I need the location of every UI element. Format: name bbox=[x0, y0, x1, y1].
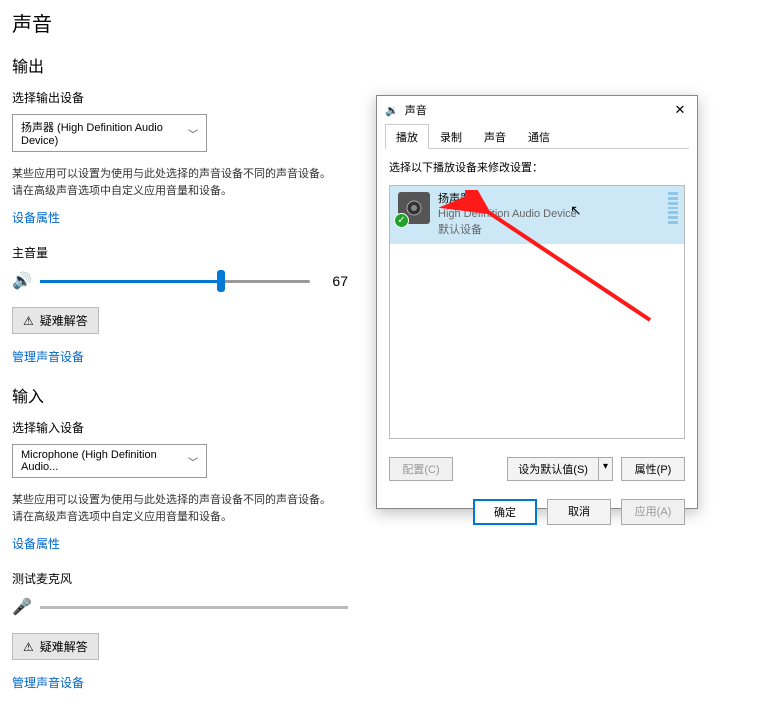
input-device-select-value: Microphone (High Definition Audio... bbox=[21, 449, 188, 473]
output-device-select[interactable]: 扬声器 (High Definition Audio Device) ﹀ bbox=[12, 114, 207, 152]
master-volume-slider[interactable] bbox=[40, 280, 310, 283]
input-device-properties-link[interactable]: 设备属性 bbox=[12, 535, 60, 552]
page-title: 声音 bbox=[12, 8, 348, 37]
device-level-meter bbox=[668, 192, 678, 224]
dialog-hint: 选择以下播放设备来修改设置： bbox=[389, 159, 685, 175]
device-name: 扬声器 bbox=[438, 192, 577, 207]
playback-device-list[interactable]: ✓ 扬声器 High Definition Audio Device 默认设备 bbox=[389, 185, 685, 439]
set-default-label: 设为默认值(S) bbox=[507, 457, 598, 481]
mic-level-bar bbox=[40, 606, 348, 609]
input-device-select[interactable]: Microphone (High Definition Audio... ﹀ bbox=[12, 444, 207, 478]
input-troubleshoot-button[interactable]: ⚠ 疑难解答 bbox=[12, 633, 99, 660]
playback-device-item[interactable]: ✓ 扬声器 High Definition Audio Device 默认设备 bbox=[390, 186, 684, 244]
device-default-label: 默认设备 bbox=[438, 223, 577, 238]
output-manage-devices-link[interactable]: 管理声音设备 bbox=[12, 348, 84, 365]
dialog-title: 声音 bbox=[405, 102, 427, 118]
device-sub: High Definition Audio Device bbox=[438, 207, 577, 222]
input-troubleshoot-label: 疑难解答 bbox=[40, 638, 88, 655]
speaker-icon[interactable]: 🔊 bbox=[12, 271, 32, 291]
output-desc: 某些应用可以设置为使用与此处选择的声音设备不同的声音设备。请在高级声音选项中自定… bbox=[12, 166, 332, 199]
sound-dialog: 🔉 声音 ✕ 播放 录制 声音 通信 选择以下播放设备来修改设置： ✓ 扬声器 bbox=[376, 95, 698, 509]
output-device-properties-link[interactable]: 设备属性 bbox=[12, 209, 60, 226]
tab-communications[interactable]: 通信 bbox=[517, 124, 561, 149]
input-desc: 某些应用可以设置为使用与此处选择的声音设备不同的声音设备。请在高级声音选项中自定… bbox=[12, 492, 332, 525]
configure-button[interactable]: 配置(C) bbox=[389, 457, 453, 481]
master-volume-value: 67 bbox=[318, 273, 348, 289]
output-select-label: 选择输出设备 bbox=[12, 89, 348, 106]
warning-icon: ⚠ bbox=[23, 640, 34, 654]
tab-playback[interactable]: 播放 bbox=[385, 124, 429, 149]
tab-sounds[interactable]: 声音 bbox=[473, 124, 517, 149]
mic-test-label: 测试麦克风 bbox=[12, 570, 348, 587]
output-troubleshoot-label: 疑难解答 bbox=[40, 312, 88, 329]
tab-record[interactable]: 录制 bbox=[429, 124, 473, 149]
ok-button[interactable]: 确定 bbox=[473, 499, 537, 525]
warning-icon: ⚠ bbox=[23, 314, 34, 328]
chevron-down-icon: ﹀ bbox=[188, 126, 198, 141]
master-volume-label: 主音量 bbox=[12, 244, 348, 261]
microphone-icon: 🎤 bbox=[12, 597, 32, 617]
output-device-select-value: 扬声器 (High Definition Audio Device) bbox=[21, 119, 188, 147]
default-check-icon: ✓ bbox=[394, 213, 409, 228]
output-heading: 输出 bbox=[12, 53, 348, 77]
properties-button[interactable]: 属性(P) bbox=[621, 457, 685, 481]
chevron-down-icon[interactable]: ▾ bbox=[598, 457, 613, 481]
chevron-down-icon: ﹀ bbox=[188, 454, 198, 469]
input-heading: 输入 bbox=[12, 383, 348, 407]
output-troubleshoot-button[interactable]: ⚠ 疑难解答 bbox=[12, 307, 99, 334]
input-select-label: 选择输入设备 bbox=[12, 419, 348, 436]
set-default-button[interactable]: 设为默认值(S) ▾ bbox=[507, 457, 613, 481]
close-button[interactable]: ✕ bbox=[671, 101, 689, 119]
apply-button[interactable]: 应用(A) bbox=[621, 499, 685, 525]
input-manage-devices-link[interactable]: 管理声音设备 bbox=[12, 674, 84, 691]
close-icon: ✕ bbox=[675, 102, 686, 118]
cancel-button[interactable]: 取消 bbox=[547, 499, 611, 525]
speaker-icon: 🔉 bbox=[385, 104, 399, 117]
